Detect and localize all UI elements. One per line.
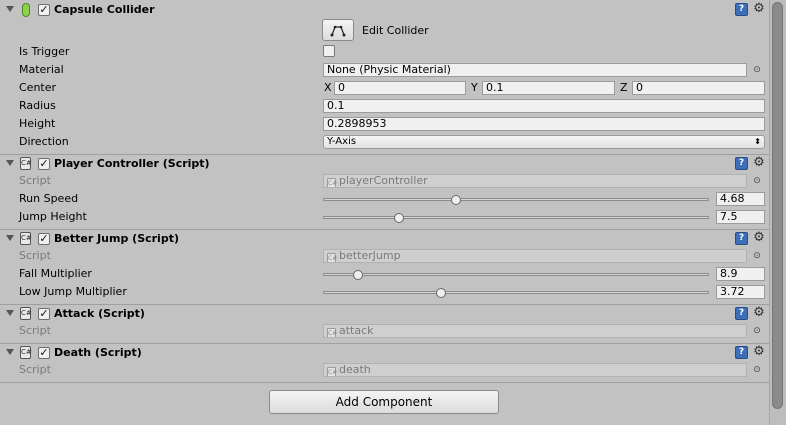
script-icon: C#	[20, 232, 32, 245]
height-field[interactable]: 0.2898953	[323, 117, 765, 131]
player-controller-header[interactable]: C# ✓ Player Controller (Script) ? ⚙	[0, 155, 769, 173]
edit-collider-label: Edit Collider	[362, 24, 429, 37]
better-jump-enable-checkbox[interactable]: ✓	[38, 233, 50, 245]
help-icon[interactable]: ?	[735, 3, 748, 16]
gear-icon[interactable]: ⚙	[751, 305, 767, 321]
script-field[interactable]: C# playerController	[323, 174, 747, 188]
run-speed-slider-track[interactable]	[323, 198, 709, 201]
object-picker-icon[interactable]: ⊙	[752, 176, 762, 186]
script-name: attack	[339, 324, 374, 337]
component-title: Player Controller (Script)	[54, 157, 210, 170]
script-label: Script	[19, 363, 51, 376]
center-z-field[interactable]: 0	[632, 81, 765, 95]
scrollbar-thumb[interactable]	[772, 2, 783, 409]
object-picker-icon[interactable]: ⊙	[752, 365, 762, 375]
player-controller-enable-checkbox[interactable]: ✓	[38, 158, 50, 170]
foldout-arrow-icon[interactable]	[6, 310, 14, 316]
run-speed-field[interactable]: 4.68	[716, 192, 765, 206]
add-component-button[interactable]: Add Component	[269, 390, 499, 414]
capsule-collider-header[interactable]: ✓ Capsule Collider ? ⚙	[0, 1, 769, 19]
script-name: playerController	[339, 174, 428, 187]
death-enable-checkbox[interactable]: ✓	[38, 347, 50, 359]
center-x-field[interactable]: 0	[334, 81, 466, 95]
vertical-scrollbar[interactable]	[769, 0, 786, 425]
foldout-arrow-icon[interactable]	[6, 6, 14, 12]
component-title: Capsule Collider	[54, 3, 155, 16]
inspector-panel: ✓ Capsule Collider ? ⚙ Edit Collider Is …	[0, 0, 769, 425]
jump-height-slider-track[interactable]	[323, 216, 709, 219]
script-name: death	[339, 363, 371, 376]
script-label: Script	[19, 249, 51, 262]
material-label: Material	[19, 63, 64, 76]
script-name: betterJump	[339, 249, 401, 262]
run-speed-label: Run Speed	[19, 192, 79, 205]
jump-height-label: Jump Height	[19, 210, 87, 223]
script-icon: C#	[327, 253, 338, 262]
script-label: Script	[19, 324, 51, 337]
help-icon[interactable]: ?	[735, 232, 748, 245]
death-header[interactable]: C# ✓ Death (Script) ? ⚙	[0, 344, 769, 362]
center-y-label: Y	[471, 81, 478, 94]
gear-icon[interactable]: ⚙	[751, 230, 767, 246]
help-icon[interactable]: ?	[735, 346, 748, 359]
direction-dropdown[interactable]: Y-Axis ⬍	[323, 135, 765, 149]
script-field[interactable]: C# death	[323, 363, 747, 377]
foldout-arrow-icon[interactable]	[6, 235, 14, 241]
center-x-label: X	[324, 81, 332, 94]
is-trigger-label: Is Trigger	[19, 45, 70, 58]
gear-icon[interactable]: ⚙	[751, 155, 767, 171]
capsule-collider-icon	[22, 3, 30, 17]
script-icon: C#	[327, 367, 338, 376]
height-label: Height	[19, 117, 56, 130]
fall-multiplier-slider-track[interactable]	[323, 273, 709, 276]
edit-collider-icon	[330, 25, 346, 37]
fall-multiplier-label: Fall Multiplier	[19, 267, 92, 280]
foldout-arrow-icon[interactable]	[6, 160, 14, 166]
attack-header[interactable]: C# ✓ Attack (Script) ? ⚙	[0, 305, 769, 323]
component-title: Death (Script)	[54, 346, 142, 359]
jump-height-field[interactable]: 7.5	[716, 210, 765, 224]
edit-collider-button[interactable]	[322, 19, 354, 41]
low-jump-multiplier-slider-track[interactable]	[323, 291, 709, 294]
script-field[interactable]: C# betterJump	[323, 249, 747, 263]
dropdown-arrows-icon: ⬍	[754, 137, 761, 146]
component-title: Attack (Script)	[54, 307, 145, 320]
script-icon: C#	[20, 307, 32, 320]
fall-multiplier-field[interactable]: 8.9	[716, 267, 765, 281]
script-label: Script	[19, 174, 51, 187]
script-icon: C#	[20, 157, 32, 170]
attack-enable-checkbox[interactable]: ✓	[38, 308, 50, 320]
jump-height-slider-thumb[interactable]	[394, 213, 405, 223]
low-jump-multiplier-field[interactable]: 3.72	[716, 285, 765, 299]
gear-icon[interactable]: ⚙	[751, 1, 767, 17]
script-icon: C#	[327, 178, 338, 187]
help-icon[interactable]: ?	[735, 157, 748, 170]
direction-label: Direction	[19, 135, 69, 148]
script-icon: C#	[327, 328, 338, 337]
fall-multiplier-slider-thumb[interactable]	[353, 270, 364, 280]
help-icon[interactable]: ?	[735, 307, 748, 320]
component-title: Better Jump (Script)	[54, 232, 179, 245]
object-picker-icon[interactable]: ⊙	[752, 326, 762, 336]
low-jump-multiplier-label: Low Jump Multiplier	[19, 285, 127, 298]
script-field[interactable]: C# attack	[323, 324, 747, 338]
material-field[interactable]: None (Physic Material)	[323, 63, 747, 77]
is-trigger-checkbox[interactable]	[323, 45, 335, 57]
gear-icon[interactable]: ⚙	[751, 344, 767, 360]
low-jump-multiplier-slider-thumb[interactable]	[435, 288, 446, 298]
capsule-collider-enable-checkbox[interactable]: ✓	[38, 4, 50, 16]
better-jump-header[interactable]: C# ✓ Better Jump (Script) ? ⚙	[0, 230, 769, 248]
center-label: Center	[19, 81, 57, 94]
run-speed-slider-thumb[interactable]	[450, 195, 461, 205]
script-icon: C#	[20, 346, 32, 359]
center-y-field[interactable]: 0.1	[482, 81, 615, 95]
direction-value: Y-Axis	[327, 136, 357, 147]
foldout-arrow-icon[interactable]	[6, 349, 14, 355]
object-picker-icon[interactable]: ⊙	[752, 251, 762, 261]
object-picker-icon[interactable]: ⊙	[752, 65, 762, 75]
divider	[0, 382, 769, 383]
radius-field[interactable]: 0.1	[323, 99, 765, 113]
center-z-label: Z	[620, 81, 628, 94]
radius-label: Radius	[19, 99, 56, 112]
